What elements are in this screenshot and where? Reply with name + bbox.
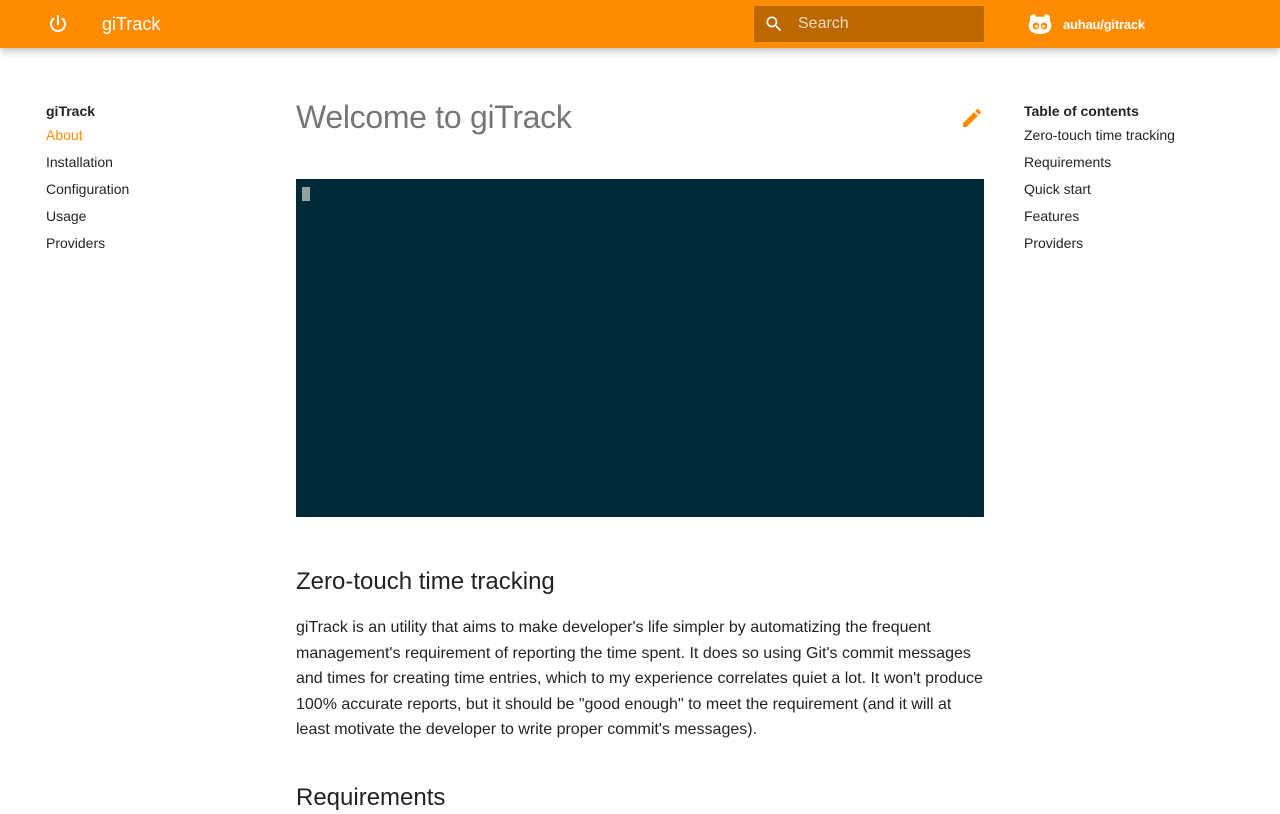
toc-item-zero-touch[interactable]: Zero-touch time tracking — [1024, 122, 1244, 149]
search-input[interactable] — [798, 6, 978, 42]
toc-item-requirements[interactable]: Requirements — [1024, 149, 1244, 176]
edit-page-button[interactable] — [960, 106, 984, 130]
section-heading-requirements: Requirements — [296, 784, 446, 811]
home-logo-button[interactable] — [42, 8, 74, 40]
toc-item-features[interactable]: Features — [1024, 203, 1244, 230]
nav-title: giTrack — [46, 103, 96, 119]
nav-item-usage[interactable]: Usage — [46, 203, 246, 230]
nav-item-installation[interactable]: Installation — [46, 149, 246, 176]
repo-link[interactable]: auhau/gitrack — [1026, 10, 1145, 38]
pencil-icon — [963, 108, 982, 127]
section-heading-zero-touch: Zero-touch time tracking — [296, 568, 555, 595]
repo-name: auhau/gitrack — [1063, 16, 1145, 32]
top-header: giTrack auhau/gitrack — [0, 0, 1280, 48]
site-title: giTrack — [102, 14, 161, 34]
search-icon — [766, 16, 782, 32]
search-box[interactable] — [754, 6, 984, 42]
primary-nav: giTrack About Installation Configuration… — [46, 100, 246, 257]
table-of-contents: Table of contents Zero-touch time tracki… — [1024, 100, 1244, 257]
nav-item-configuration[interactable]: Configuration — [46, 176, 246, 203]
terminal-demo[interactable] — [296, 179, 984, 517]
terminal-cursor — [302, 187, 310, 201]
toc-item-providers[interactable]: Providers — [1024, 230, 1244, 257]
power-icon — [50, 15, 66, 32]
toc-title: Table of contents — [1024, 103, 1139, 119]
nav-item-about[interactable]: About — [46, 122, 246, 149]
toc-item-quick-start[interactable]: Quick start — [1024, 176, 1244, 203]
main-content: Welcome to giTrack Zero-touch time track… — [296, 96, 984, 811]
github-octocat-icon — [1028, 14, 1052, 34]
nav-item-providers[interactable]: Providers — [46, 230, 246, 257]
section-paragraph: giTrack is an utility that aims to make … — [296, 619, 983, 738]
page-title: Welcome to giTrack — [296, 99, 572, 135]
